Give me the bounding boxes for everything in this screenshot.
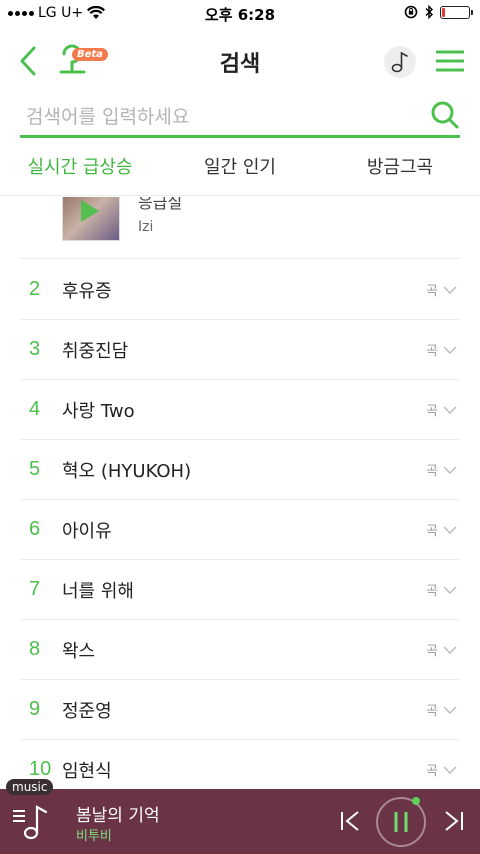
pause-icon — [394, 812, 408, 832]
tab-just-now[interactable]: 방금그곡 — [320, 148, 480, 195]
chevron-down-icon[interactable] — [442, 582, 458, 598]
list-item[interactable]: 10 임현식 곡 — [20, 740, 460, 789]
list-item[interactable]: 응급실 Izi — [20, 197, 460, 259]
list-item[interactable]: 6 아이유 곡 — [20, 500, 460, 560]
search-bar — [20, 96, 460, 138]
search-button[interactable] — [430, 100, 460, 130]
keyword-label: 정준영 — [62, 700, 112, 722]
list-item[interactable]: 3 취중진담 곡 — [20, 320, 460, 380]
list-item[interactable]: 7 너를 위해 곡 — [20, 560, 460, 620]
rank-number: 10 — [29, 758, 52, 780]
song-artist: Izi — [138, 219, 154, 235]
mini-player[interactable]: music 봄날의 기억 비투비 — [0, 779, 480, 854]
type-label: 곡 — [426, 344, 438, 359]
app-header: Beta 검색 — [0, 36, 480, 86]
chevron-down-icon[interactable] — [442, 762, 458, 778]
ranking-list: 응급실 Izi 2 후유증 곡 3 취중진담 곡 4 사랑 Two 곡 5 혁오… — [0, 197, 480, 789]
music-note-icon — [391, 51, 408, 73]
music-tag: music — [6, 779, 54, 795]
list-item[interactable]: 8 왁스 곡 — [20, 620, 460, 680]
rotation-lock-icon — [404, 5, 418, 19]
search-icon — [431, 101, 459, 129]
rank-number: 4 — [29, 398, 41, 420]
list-item[interactable]: 2 후유증 곡 — [20, 260, 460, 320]
bluetooth-icon — [425, 5, 433, 19]
next-track-button[interactable] — [442, 809, 466, 833]
skip-next-icon — [445, 811, 463, 831]
keyword-label: 후유증 — [62, 280, 112, 302]
rank-number: 3 — [29, 338, 41, 360]
rank-number: 2 — [29, 278, 41, 300]
hamburger-menu-icon — [435, 50, 465, 72]
chevron-down-icon[interactable] — [442, 402, 458, 418]
keyword-label: 너를 위해 — [62, 580, 134, 602]
previous-track-button[interactable] — [338, 809, 362, 833]
music-recognition-button[interactable] — [384, 46, 416, 78]
type-label: 곡 — [426, 644, 438, 659]
now-playing-artist: 비투비 — [76, 829, 112, 844]
type-label: 곡 — [426, 284, 438, 299]
type-label: 곡 — [426, 584, 438, 599]
type-label: 곡 — [426, 404, 438, 419]
pause-button[interactable] — [376, 797, 426, 847]
chevron-down-icon[interactable] — [442, 462, 458, 478]
rank-number: 6 — [29, 518, 41, 540]
type-label: 곡 — [426, 704, 438, 719]
keyword-label: 아이유 — [62, 520, 112, 542]
skip-previous-icon — [341, 811, 359, 831]
album-art[interactable] — [62, 197, 120, 241]
status-bar: LG U+ 오후 6:28 — [0, 0, 480, 28]
progress-indicator — [412, 797, 420, 805]
type-label: 곡 — [426, 764, 438, 779]
search-input[interactable] — [26, 102, 416, 132]
status-right — [404, 5, 473, 19]
chevron-down-icon[interactable] — [442, 702, 458, 718]
menu-button[interactable] — [435, 49, 465, 73]
playlist-music-icon — [13, 805, 48, 840]
battery-icon — [440, 5, 473, 19]
keyword-label: 사랑 Two — [62, 400, 135, 422]
chevron-down-icon[interactable] — [442, 522, 458, 538]
now-playing-title: 봄날의 기억 — [76, 806, 160, 826]
keyword-label: 왁스 — [62, 640, 96, 662]
playlist-button[interactable] — [12, 803, 50, 841]
play-icon — [81, 200, 99, 222]
keyword-label: 혁오 (HYUKOH) — [62, 460, 192, 482]
chevron-down-icon[interactable] — [442, 342, 458, 358]
list-item[interactable]: 5 혁오 (HYUKOH) 곡 — [20, 440, 460, 500]
rank-number: 8 — [29, 638, 41, 660]
battery-level — [442, 7, 445, 17]
list-item[interactable]: 9 정준영 곡 — [20, 680, 460, 740]
list-item[interactable]: 4 사랑 Two 곡 — [20, 380, 460, 440]
rank-number: 7 — [29, 578, 41, 600]
keyword-label: 취중진담 — [62, 340, 129, 362]
rank-number: 9 — [29, 698, 41, 720]
keyword-label: 임현식 — [62, 760, 112, 782]
type-label: 곡 — [426, 464, 438, 479]
rank-number: 5 — [29, 458, 41, 480]
chevron-down-icon[interactable] — [442, 642, 458, 658]
tab-realtime[interactable]: 실시간 급상승 — [0, 148, 160, 195]
chevron-down-icon[interactable] — [442, 282, 458, 298]
chart-tabs: 실시간 급상승 일간 인기 방금그곡 — [0, 148, 480, 196]
tab-daily[interactable]: 일간 인기 — [160, 148, 320, 195]
type-label: 곡 — [426, 524, 438, 539]
song-title: 응급실 — [138, 197, 183, 212]
